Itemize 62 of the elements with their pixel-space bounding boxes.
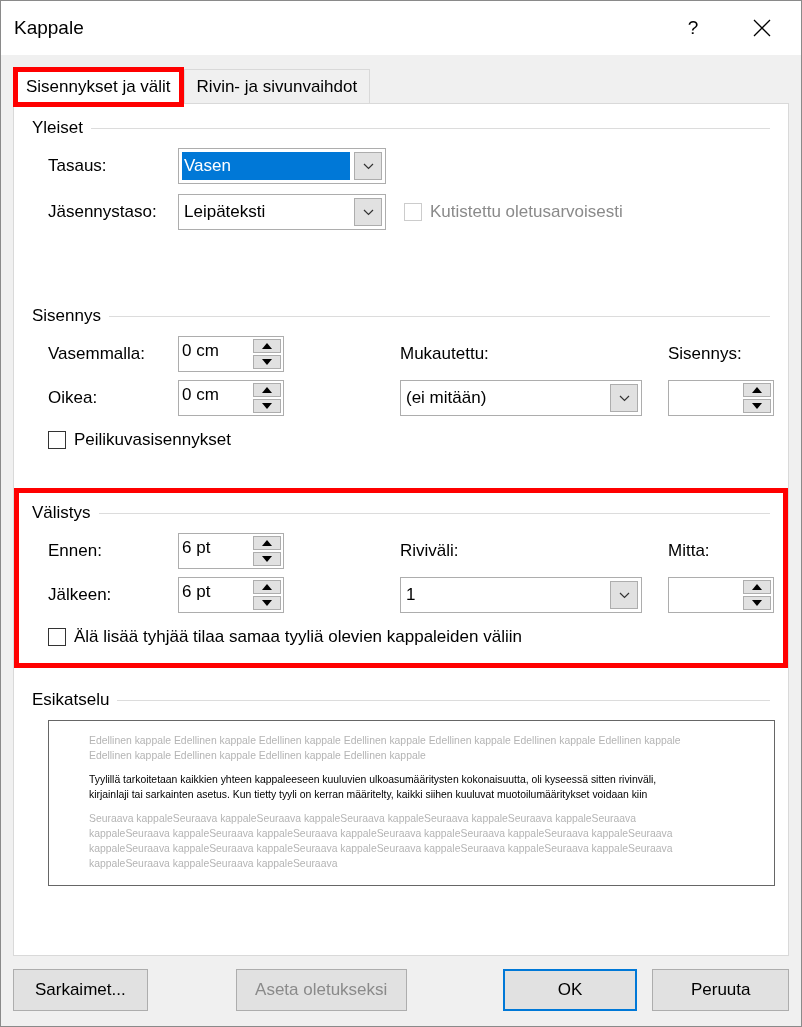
spin-up-button[interactable] xyxy=(253,339,281,353)
chevron-down-icon xyxy=(362,208,374,216)
arrow-up-icon xyxy=(262,540,272,546)
arrow-down-icon xyxy=(262,556,272,562)
spin-up-button[interactable] xyxy=(253,580,281,594)
tab[interactable]: Rivin- ja sivunvaihdot xyxy=(183,69,371,103)
checkbox[interactable] xyxy=(48,431,66,449)
arrow-down-icon xyxy=(262,403,272,409)
arrow-down-icon xyxy=(262,600,272,606)
section-title: Välistys xyxy=(32,503,91,523)
chevron-down-icon xyxy=(618,394,630,402)
field-label: Mukautettu: xyxy=(400,344,490,364)
arrow-down-icon xyxy=(262,359,272,365)
spin-down-button[interactable] xyxy=(743,399,771,413)
dialog-button[interactable]: Sarkaimet... xyxy=(13,969,148,1011)
field-label: Mitta: xyxy=(668,541,711,561)
field-label: Jälkeen: xyxy=(48,585,113,605)
arrow-up-icon xyxy=(262,343,272,349)
arrow-up-icon xyxy=(752,584,762,590)
section-title: Esikatselu xyxy=(32,690,110,710)
close-icon xyxy=(753,19,771,37)
spin-up-button[interactable] xyxy=(253,536,281,550)
spin-down-button[interactable] xyxy=(253,596,281,610)
tab[interactable]: Sisennykset ja välit xyxy=(13,67,184,107)
dropdown[interactable]: Vasen xyxy=(178,148,386,184)
spin-down-button[interactable] xyxy=(253,355,281,369)
checkbox-label: Kutistettu oletusarvoisesti xyxy=(430,202,623,222)
dialog-button[interactable]: OK xyxy=(502,969,638,1011)
spin-up-button[interactable] xyxy=(743,383,771,397)
spin-down-button[interactable] xyxy=(253,399,281,413)
arrow-up-icon xyxy=(752,387,762,393)
field-label: Vasemmalla: xyxy=(48,344,146,364)
help-button[interactable]: ? xyxy=(663,1,723,55)
checkbox[interactable] xyxy=(48,628,66,646)
checkbox-label: Peilikuvasisennykset xyxy=(74,430,231,450)
spin-down-button[interactable] xyxy=(253,552,281,566)
field-label: Riviväli: xyxy=(400,541,460,561)
window-title: Kappale xyxy=(14,17,85,39)
field-label: Tasaus: xyxy=(48,156,108,176)
preview-text: Tyylillä tarkoitetaan kaikkien yhteen kappaleeseen kuuluvien ulkoasumääritysten kokonaisuutta, oli kyseessä sitten rivinväli, kirjainlaji tai sarkainten asetus. Kun tietty tyyli on kerran määritelty, kaikki siihen kuuluvat muotoilumääritykset voidaan kiin xyxy=(89,773,658,802)
checkbox-label: Älä lisää tyhjää tilaa samaa tyyliä olevien kappaleiden väliin xyxy=(74,627,522,647)
dialog-button[interactable]: Peruuta xyxy=(652,969,789,1011)
field-label: Sisennys: xyxy=(668,344,743,364)
section-title: Yleiset xyxy=(32,118,84,138)
field-label: Jäsennystaso: xyxy=(48,202,158,222)
arrow-up-icon xyxy=(262,387,272,393)
dropdown[interactable]: 1 xyxy=(400,577,642,613)
chevron-down-icon xyxy=(362,162,374,170)
spin-up-button[interactable] xyxy=(743,580,771,594)
dropdown[interactable]: Leipäteksti xyxy=(178,194,386,230)
spin-down-button[interactable] xyxy=(743,596,771,610)
arrow-up-icon xyxy=(262,584,272,590)
chevron-down-icon xyxy=(618,591,630,599)
preview-text: Seuraava kappaleSeuraava kappaleSeuraava kappaleSeuraava kappaleSeuraava kappaleSeuraava kappaleSeuraava kappaleSeuraava kappaleSeuraava kappaleSeuraava kappaleSeuraava kappaleSeuraava kappaleSeuraava kappaleSeuraava kappaleSeuraava kappaleSeuraava kappaleSeuraava kappaleSeuraava kappaleSeuraava kappaleSeuraava kappaleSeuraava kappaleSeuraava kappaleSeuraava kappaleSeuraava xyxy=(89,812,674,871)
preview-text: Edellinen kappale Edellinen kappale Edellinen kappale Edellinen kappale Edellinen kappale Edellinen kappale Edellinen kappale Edellinen kappale Edellinen kappale Edellinen kappale Edellinen kappale xyxy=(89,734,682,763)
dropdown[interactable]: (ei mitään) xyxy=(400,380,642,416)
field-label: Ennen: xyxy=(48,541,103,561)
section-title: Sisennys xyxy=(32,306,101,326)
field-label: Oikea: xyxy=(48,388,99,408)
spin-up-button[interactable] xyxy=(253,383,281,397)
arrow-down-icon xyxy=(752,403,762,409)
arrow-down-icon xyxy=(752,600,762,606)
